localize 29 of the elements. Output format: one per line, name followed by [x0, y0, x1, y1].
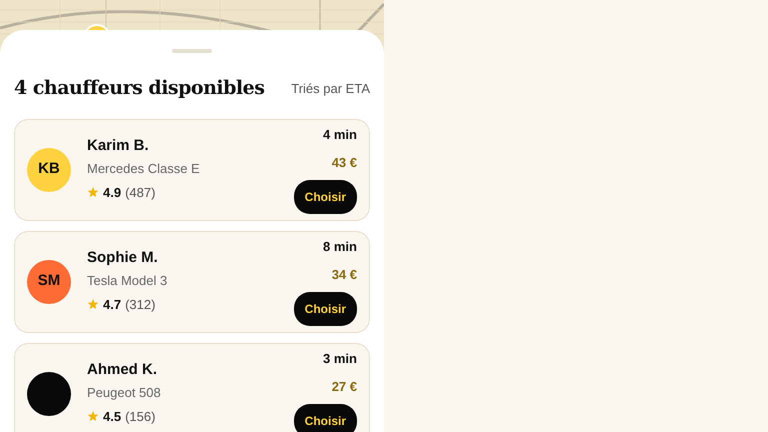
- drag-handle: [172, 49, 212, 53]
- price: 27 €: [332, 378, 357, 396]
- star-icon: [87, 186, 99, 198]
- car-model: Tesla Model 3: [87, 272, 168, 290]
- review-count: (156): [125, 408, 156, 426]
- rating-value: 4.9: [103, 184, 122, 202]
- eta-time: 8 min: [323, 238, 357, 256]
- price: 43 €: [332, 154, 357, 172]
- eta-time: 3 min: [323, 350, 357, 368]
- car-model: Mercedes Classe E: [87, 160, 201, 178]
- sort-label: Triés par ETA: [291, 80, 370, 98]
- price: 34 €: [332, 266, 357, 284]
- review-count: (312): [125, 296, 156, 314]
- star-icon: [87, 298, 99, 310]
- rating-value: 4.5: [103, 408, 122, 426]
- review-count: (487): [125, 184, 156, 202]
- car-model: Peugeot 508: [87, 384, 162, 402]
- star-icon: [87, 410, 99, 422]
- rating-value: 4.7: [103, 296, 122, 314]
- choose-button[interactable]: Choisir: [294, 180, 357, 214]
- sheet-title: 4 chauffeurs disponibles: [14, 76, 264, 101]
- driver-avatar: KB: [27, 148, 71, 192]
- driver-name: Ahmed K.: [87, 361, 158, 379]
- eta-time: 4 min: [323, 126, 357, 144]
- driver-avatar: SM: [27, 260, 71, 304]
- driver-name: Karim B.: [87, 137, 150, 155]
- choose-button[interactable]: Choisir: [294, 292, 357, 326]
- choose-button[interactable]: Choisir: [294, 404, 357, 432]
- driver-name: Sophie M.: [87, 249, 159, 267]
